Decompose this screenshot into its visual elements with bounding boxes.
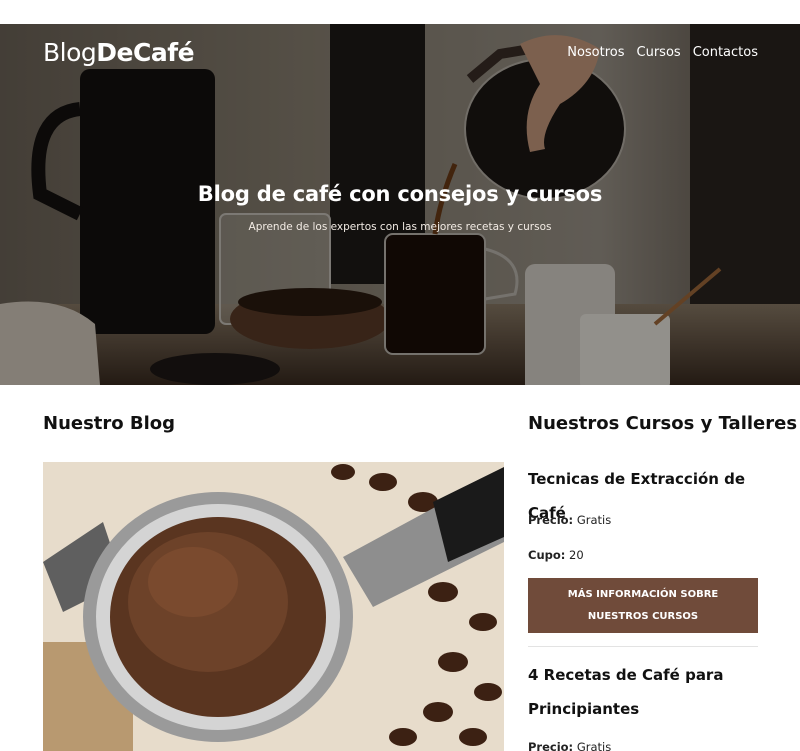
logo-text-bold: DeCafé bbox=[96, 38, 195, 67]
logo-text-light: Blog bbox=[43, 38, 97, 67]
course-title: 4 Recetas de Café para Principiantes bbox=[528, 666, 724, 718]
course-price: Precio: Gratis bbox=[528, 740, 611, 751]
blog-post-image[interactable] bbox=[43, 462, 504, 751]
price-label: Precio: bbox=[528, 513, 574, 527]
hero-header: BlogDeCafé Nosotros Cursos Contactos Blo… bbox=[0, 24, 800, 385]
main-nav: Nosotros Cursos Contactos bbox=[567, 45, 758, 60]
more-info-courses-button[interactable]: Más información sobre nuestros cursos bbox=[528, 578, 758, 633]
price-label: Precio: bbox=[528, 740, 574, 751]
seats-label: Cupo: bbox=[528, 548, 566, 562]
nav-link-nosotros[interactable]: Nosotros bbox=[567, 45, 624, 60]
blog-heading: Nuestro Blog bbox=[43, 413, 176, 434]
portafilter-photo bbox=[43, 462, 504, 751]
course-price: Precio: Gratis bbox=[528, 513, 611, 527]
price-value: Gratis bbox=[576, 513, 612, 527]
nav-link-cursos[interactable]: Cursos bbox=[637, 45, 681, 60]
hero-subtitle: Aprende de los expertos con las mejores … bbox=[248, 221, 552, 233]
hero-title: Blog de café con consejos y cursos bbox=[197, 182, 603, 206]
nav-link-contactos[interactable]: Contactos bbox=[693, 45, 758, 60]
courses-heading: Nuestros Cursos y Talleres bbox=[528, 413, 798, 434]
course-seats: Cupo: 20 bbox=[528, 548, 584, 562]
site-logo[interactable]: BlogDeCafé bbox=[43, 38, 195, 67]
course-divider bbox=[528, 646, 758, 647]
seats-value: 20 bbox=[569, 548, 584, 562]
price-value: Gratis bbox=[576, 740, 612, 751]
